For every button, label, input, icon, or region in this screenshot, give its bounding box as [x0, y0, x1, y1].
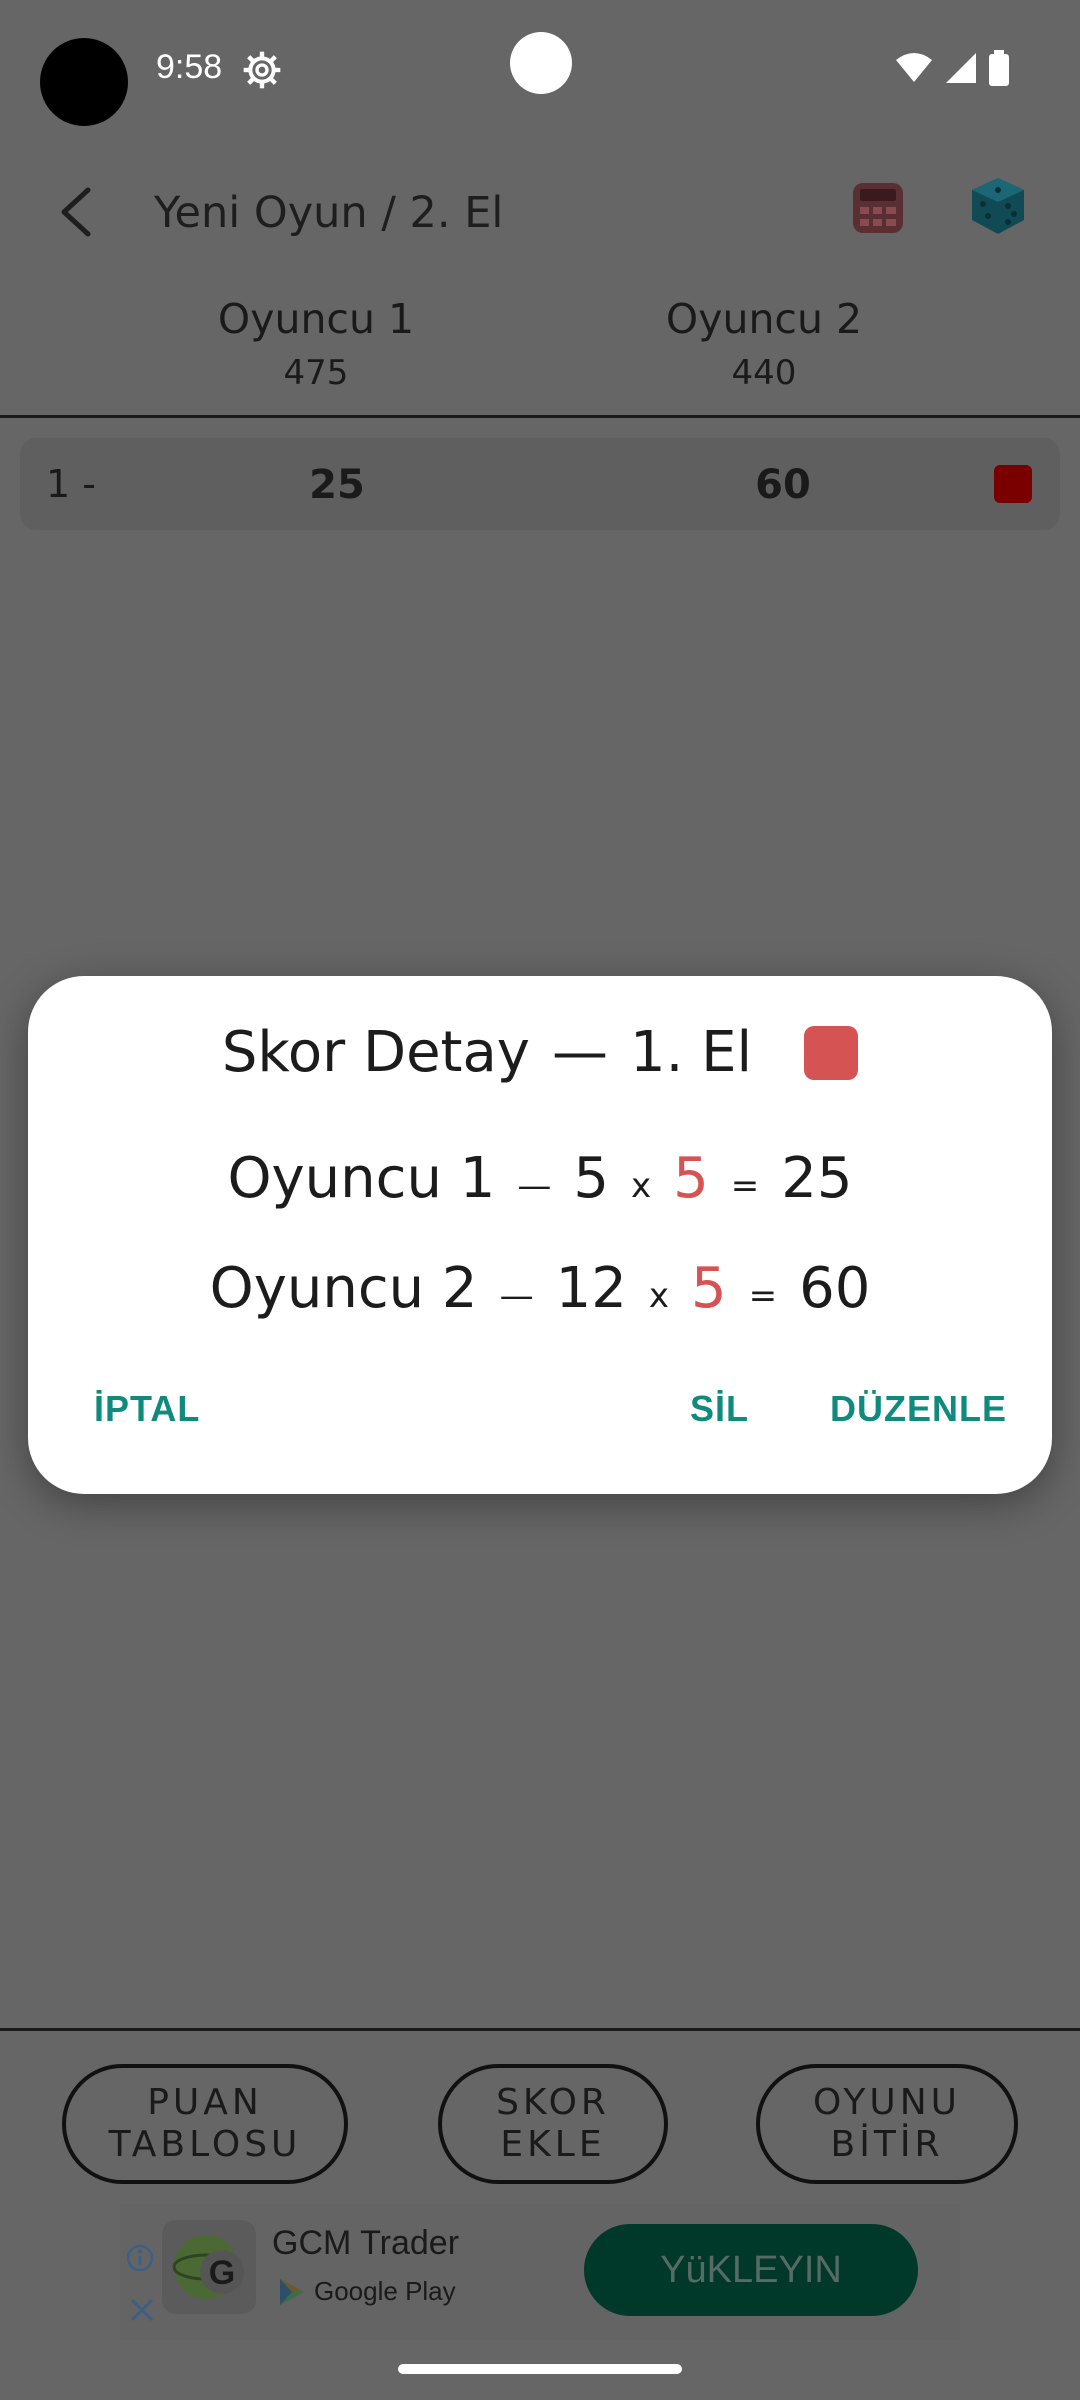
edit-button[interactable]: DÜZENLE	[830, 1388, 1007, 1430]
result-score: 60	[799, 1256, 871, 1321]
svg-text:G: G	[209, 2254, 235, 2292]
multiplier: 5	[690, 1256, 727, 1321]
wifi-icon	[896, 53, 932, 82]
player-2-column: Oyuncu 2 440	[614, 295, 914, 393]
player-name: Oyuncu 1	[217, 295, 415, 343]
multiplier: 5	[673, 1146, 709, 1211]
add-score-button[interactable]: SKOR EKLE	[438, 2064, 668, 2184]
ad-close-icon[interactable]	[128, 2296, 156, 2324]
globe-g-icon: G	[172, 2235, 244, 2299]
page-title: Yeni Oyun / 2. El	[154, 188, 504, 238]
separator: —	[517, 1166, 552, 1206]
multiply-sign: x	[631, 1166, 652, 1206]
score-table-button[interactable]: PUAN TABLOSU	[62, 2064, 348, 2184]
score-detail-line: Oyuncu 2 — 12 x 5 = 60	[28, 1256, 1052, 1321]
player-name: Oyuncu 2	[209, 1256, 478, 1321]
settings-gear-icon	[243, 51, 281, 89]
cancel-button[interactable]: İPTAL	[94, 1388, 200, 1430]
ad-install-button[interactable]: YüKLEYIN	[584, 2224, 918, 2316]
ad-info-icon[interactable]	[126, 2244, 154, 2272]
base-score: 12	[555, 1256, 627, 1321]
ad-app-logo: G	[162, 2220, 256, 2314]
player-total-score: 440	[731, 353, 797, 393]
delete-button[interactable]: SİL	[690, 1388, 749, 1430]
round-color-marker	[804, 1025, 859, 1080]
score-detail-dialog: Skor Detay — 1. El Oyuncu 1 — 5 x 5 = 25…	[28, 976, 1052, 1494]
player-total-score: 475	[283, 353, 349, 393]
app-bar: Yeni Oyun / 2. El	[0, 160, 1080, 270]
battery-icon	[989, 50, 1009, 86]
ad-app-name: GCM Trader	[272, 2224, 460, 2262]
round-score-player-2: 60	[755, 462, 811, 508]
ad-banner[interactable]: G GCM Trader Google Play YüKLEYIN	[120, 2204, 960, 2340]
player-1-column: Oyuncu 1 475	[166, 295, 466, 393]
dialog-actions: İPTAL SİL DÜZENLE	[28, 1388, 1052, 1448]
google-play-icon	[280, 2278, 304, 2305]
front-camera	[40, 38, 128, 126]
back-arrow-icon[interactable]	[52, 184, 98, 240]
finish-game-button[interactable]: OYUNU BİTİR	[756, 2064, 1018, 2184]
notch-indicator	[510, 32, 572, 94]
header-divider	[0, 415, 1080, 418]
bottom-divider	[0, 2028, 1080, 2031]
status-icons	[894, 50, 1010, 86]
result-score: 25	[781, 1146, 853, 1211]
dialog-title-text: Skor Detay	[221, 1020, 530, 1085]
calculator-icon[interactable]	[850, 180, 906, 236]
separator: —	[499, 1276, 534, 1316]
player-name: Oyuncu 1	[227, 1146, 496, 1211]
dialog-title-separator: —	[551, 1020, 608, 1085]
signal-icon	[946, 53, 976, 83]
round-color-marker	[994, 465, 1032, 503]
equals-sign: =	[748, 1276, 778, 1316]
ad-store-label: Google Play	[314, 2276, 456, 2306]
players-header: Oyuncu 1 475 Oyuncu 2 440	[0, 295, 1080, 415]
score-detail-line: Oyuncu 1 — 5 x 5 = 25	[28, 1146, 1052, 1211]
equals-sign: =	[730, 1166, 760, 1206]
dialog-round: 1. El	[629, 1020, 753, 1085]
status-time: 9:58	[156, 48, 223, 86]
round-row[interactable]: 1 - 25 60	[20, 438, 1060, 530]
round-score-player-1: 25	[309, 462, 365, 508]
ad-store: Google Play	[278, 2276, 456, 2307]
player-name: Oyuncu 2	[665, 295, 863, 343]
multiply-sign: x	[648, 1276, 669, 1316]
base-score: 5	[573, 1146, 610, 1211]
dice-icon[interactable]	[968, 176, 1028, 236]
dialog-title: Skor Detay — 1. El	[28, 1020, 1052, 1085]
round-index: 1 -	[46, 462, 96, 506]
home-indicator[interactable]	[398, 2364, 682, 2374]
status-bar: 9:58	[0, 0, 1080, 130]
